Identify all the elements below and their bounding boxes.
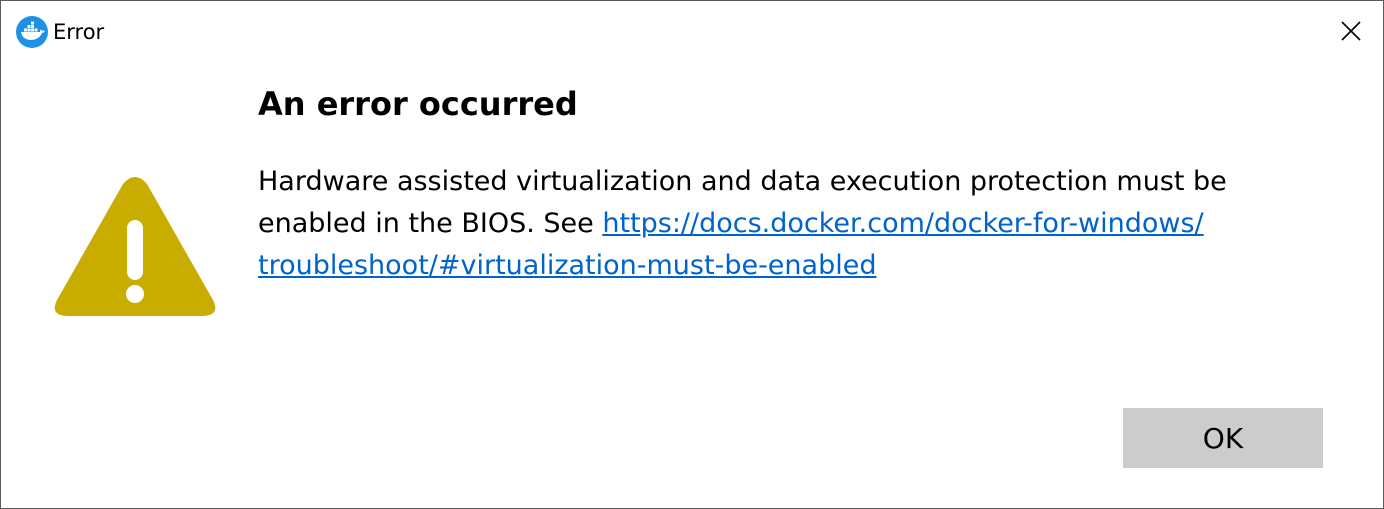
link-line-1: https://docs.docker.com/docker-for-windo… bbox=[602, 208, 1204, 239]
close-button[interactable] bbox=[1319, 1, 1383, 61]
window-title: Error bbox=[53, 20, 105, 44]
link-line-2: troubleshoot/#virtualization-must-be-ena… bbox=[258, 250, 877, 281]
error-dialog-window: Error An error occurred Hardware assiste… bbox=[0, 0, 1384, 509]
close-icon bbox=[1341, 21, 1361, 41]
ok-button[interactable]: OK bbox=[1123, 408, 1323, 468]
error-message: Hardware assisted virtualization and dat… bbox=[258, 161, 1298, 287]
docker-whale-icon bbox=[15, 15, 49, 49]
warning-icon bbox=[53, 176, 217, 318]
title-bar: Error bbox=[1, 1, 1383, 61]
dialog-heading: An error occurred bbox=[258, 85, 578, 123]
